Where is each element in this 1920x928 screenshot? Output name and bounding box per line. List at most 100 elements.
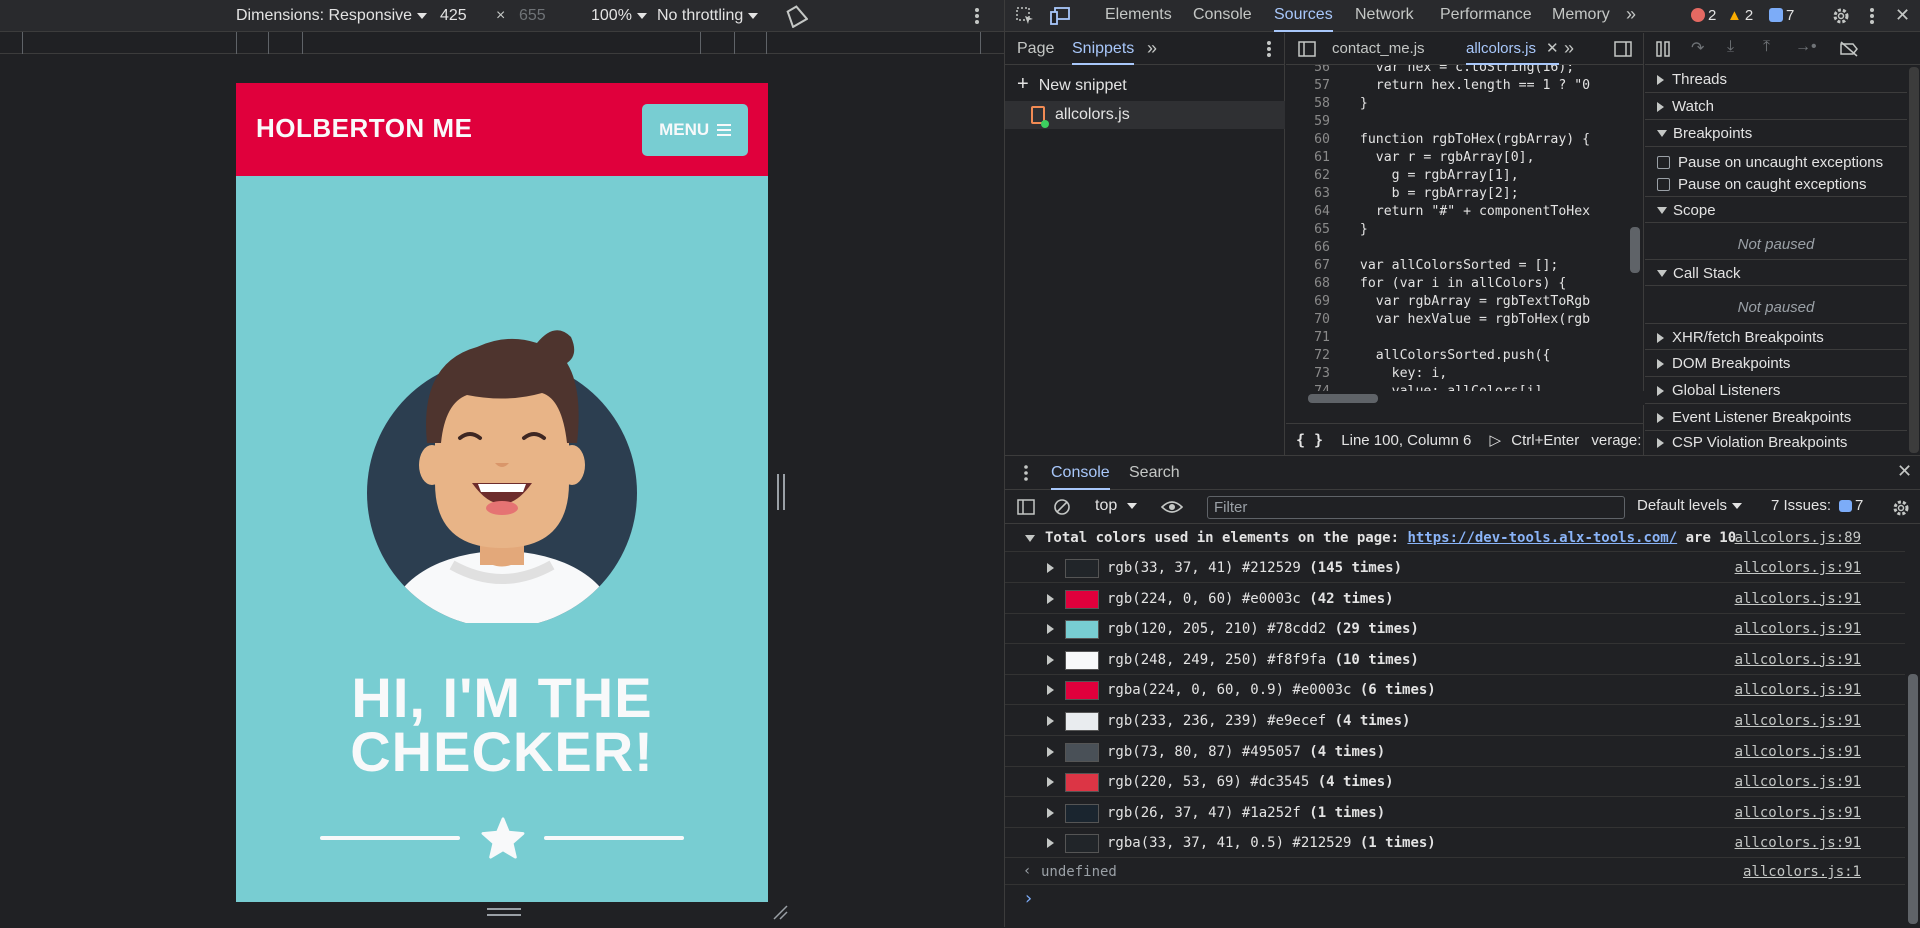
tab-performance[interactable]: Performance: [1440, 0, 1532, 32]
step-into-icon[interactable]: ⤓: [1727, 38, 1734, 56]
editor-horizontal-scrollbar[interactable]: [1286, 391, 1644, 405]
rotate-icon[interactable]: [784, 4, 808, 28]
source-link[interactable]: allcolors.js:89: [1735, 530, 1861, 546]
source-link[interactable]: allcolors.js:91: [1735, 682, 1861, 698]
more-tabs-icon[interactable]: »: [1147, 38, 1157, 59]
message-counter[interactable]: 7: [1769, 7, 1794, 24]
line-number[interactable]: 65: [1286, 221, 1330, 239]
source-link[interactable]: allcolors.js:91: [1735, 713, 1861, 729]
console-color-row[interactable]: rgb(224, 0, 60) #e0003c (42 times) allcol…: [1005, 584, 1905, 614]
console-color-row[interactable]: rgb(26, 37, 47) #1a252f (1 times) allcolo…: [1005, 798, 1905, 828]
expand-icon[interactable]: [1047, 777, 1054, 788]
section-event-listener-breakpoints[interactable]: Event Listener Breakpoints: [1645, 404, 1907, 431]
more-tabs-icon[interactable]: »: [1626, 4, 1636, 25]
zoom-dropdown[interactable]: 100%: [591, 7, 647, 25]
pause-uncaught-checkbox[interactable]: Pause on uncaught exceptions: [1657, 154, 1883, 171]
console-color-row[interactable]: rgb(73, 80, 87) #495057 (4 times) allcolo…: [1005, 737, 1905, 767]
console-sidebar-icon[interactable]: [1017, 499, 1035, 515]
expand-icon[interactable]: [1047, 563, 1054, 573]
close-devtools-icon[interactable]: ✕: [1895, 5, 1910, 26]
expand-icon[interactable]: [1047, 746, 1054, 757]
new-snippet-button[interactable]: + New snippet: [1017, 73, 1127, 96]
navigator-menu-icon[interactable]: [1263, 40, 1275, 58]
menu-button[interactable]: MENU: [642, 104, 748, 156]
editor-tab-contact-me[interactable]: contact_me.js: [1332, 33, 1425, 65]
line-number[interactable]: 58: [1286, 95, 1330, 113]
live-expression-eye-icon[interactable]: [1161, 499, 1183, 515]
editor-tab-allcolors[interactable]: allcolors.js ✕: [1466, 33, 1559, 65]
pretty-print-icon[interactable]: { }: [1296, 431, 1323, 449]
resize-corner-icon[interactable]: [772, 904, 788, 920]
checkbox[interactable]: [1657, 156, 1670, 169]
console-group-header[interactable]: Total colors used in elements on the pag…: [1005, 524, 1905, 552]
section-dom-breakpoints[interactable]: DOM Breakpoints: [1645, 350, 1907, 377]
console-settings-gear-icon[interactable]: [1891, 498, 1911, 518]
console-color-row[interactable]: rgba(224, 0, 60, 0.9) #e0003c (6 times) a…: [1005, 675, 1905, 706]
tab-console[interactable]: Console: [1193, 0, 1252, 32]
section-threads[interactable]: Threads: [1645, 66, 1907, 93]
source-link[interactable]: allcolors.js:91: [1735, 652, 1861, 668]
tab-snippets[interactable]: Snippets: [1072, 33, 1135, 65]
viewport-side-grip[interactable]: [777, 474, 785, 510]
tab-network[interactable]: Network: [1355, 0, 1414, 32]
drawer-tab-search[interactable]: Search: [1129, 456, 1180, 490]
console-color-row[interactable]: rgb(120, 205, 210) #78cdd2 (29 times) all…: [1005, 614, 1905, 645]
deactivate-breakpoints-icon[interactable]: [1839, 41, 1859, 57]
close-drawer-icon[interactable]: ✕: [1897, 461, 1912, 482]
expand-icon[interactable]: [1047, 624, 1054, 635]
source-link[interactable]: allcolors.js:91: [1735, 591, 1861, 607]
console-filter-input[interactable]: [1207, 496, 1625, 519]
toggle-navigator-icon[interactable]: [1298, 41, 1316, 57]
error-counter[interactable]: 2: [1691, 7, 1716, 24]
line-number[interactable]: 70: [1286, 311, 1330, 329]
drawer-tab-console[interactable]: Console: [1051, 456, 1110, 490]
section-call-stack[interactable]: Call Stack: [1645, 259, 1907, 286]
section-csp-breakpoints[interactable]: CSP Violation Breakpoints: [1645, 431, 1907, 455]
console-color-row[interactable]: rgb(233, 236, 239) #e9ecef (4 times) allc…: [1005, 706, 1905, 736]
throttling-dropdown[interactable]: No throttling: [657, 7, 759, 25]
context-selector[interactable]: top: [1095, 497, 1138, 515]
issues-button[interactable]: 7 Issues: 7: [1771, 497, 1863, 514]
console-prompt[interactable]: ›: [1005, 886, 1905, 914]
expand-icon[interactable]: [1047, 654, 1054, 665]
line-number[interactable]: 69: [1286, 293, 1330, 311]
pause-caught-checkbox[interactable]: Pause on caught exceptions: [1657, 176, 1866, 193]
line-number[interactable]: 71: [1286, 329, 1330, 347]
source-link[interactable]: allcolors.js:91: [1735, 560, 1861, 576]
console-scrollbar[interactable]: [1905, 524, 1920, 928]
source-link[interactable]: allcolors.js:1: [1743, 864, 1861, 880]
snippet-item-allcolors[interactable]: allcolors.js: [1005, 101, 1285, 129]
step-out-icon[interactable]: ⤒: [1763, 38, 1770, 56]
expand-icon[interactable]: [1047, 838, 1054, 849]
line-number[interactable]: 62: [1286, 167, 1330, 185]
section-xhr-breakpoints[interactable]: XHR/fetch Breakpoints: [1645, 323, 1907, 350]
site-brand[interactable]: HOLBERTON ME: [256, 113, 472, 144]
clear-console-icon[interactable]: [1053, 498, 1071, 516]
close-tab-icon[interactable]: ✕: [1546, 40, 1559, 57]
scroll-thumb[interactable]: [1909, 67, 1919, 453]
tab-memory[interactable]: Memory: [1552, 0, 1610, 32]
line-number[interactable]: 64: [1286, 203, 1330, 221]
warning-counter[interactable]: ▲ 2: [1727, 7, 1753, 24]
pause-icon[interactable]: [1655, 41, 1671, 57]
source-link[interactable]: allcolors.js:91: [1735, 744, 1861, 760]
line-number[interactable]: 63: [1286, 185, 1330, 203]
line-number[interactable]: 60: [1286, 131, 1330, 149]
scroll-thumb[interactable]: [1308, 394, 1378, 403]
device-toggle-icon[interactable]: [1049, 6, 1071, 26]
line-number[interactable]: 72: [1286, 347, 1330, 365]
source-link[interactable]: allcolors.js:91: [1735, 621, 1861, 637]
step-over-icon[interactable]: ↷: [1691, 38, 1704, 58]
line-number[interactable]: 67: [1286, 257, 1330, 275]
run-snippet-icon[interactable]: ▷: [1490, 432, 1502, 449]
settings-gear-icon[interactable]: [1831, 6, 1851, 26]
expand-icon[interactable]: [1047, 807, 1054, 818]
scroll-thumb[interactable]: [1630, 227, 1640, 273]
more-tabs-icon[interactable]: »: [1564, 38, 1574, 59]
line-number[interactable]: 66: [1286, 239, 1330, 257]
log-levels-dropdown[interactable]: Default levels: [1637, 497, 1743, 514]
viewport-resize-handle[interactable]: [487, 908, 521, 916]
console-color-row[interactable]: rgb(220, 53, 69) #dc3545 (4 times) allcol…: [1005, 767, 1905, 798]
height-input[interactable]: 655: [519, 7, 546, 25]
more-options-icon[interactable]: [970, 6, 984, 26]
